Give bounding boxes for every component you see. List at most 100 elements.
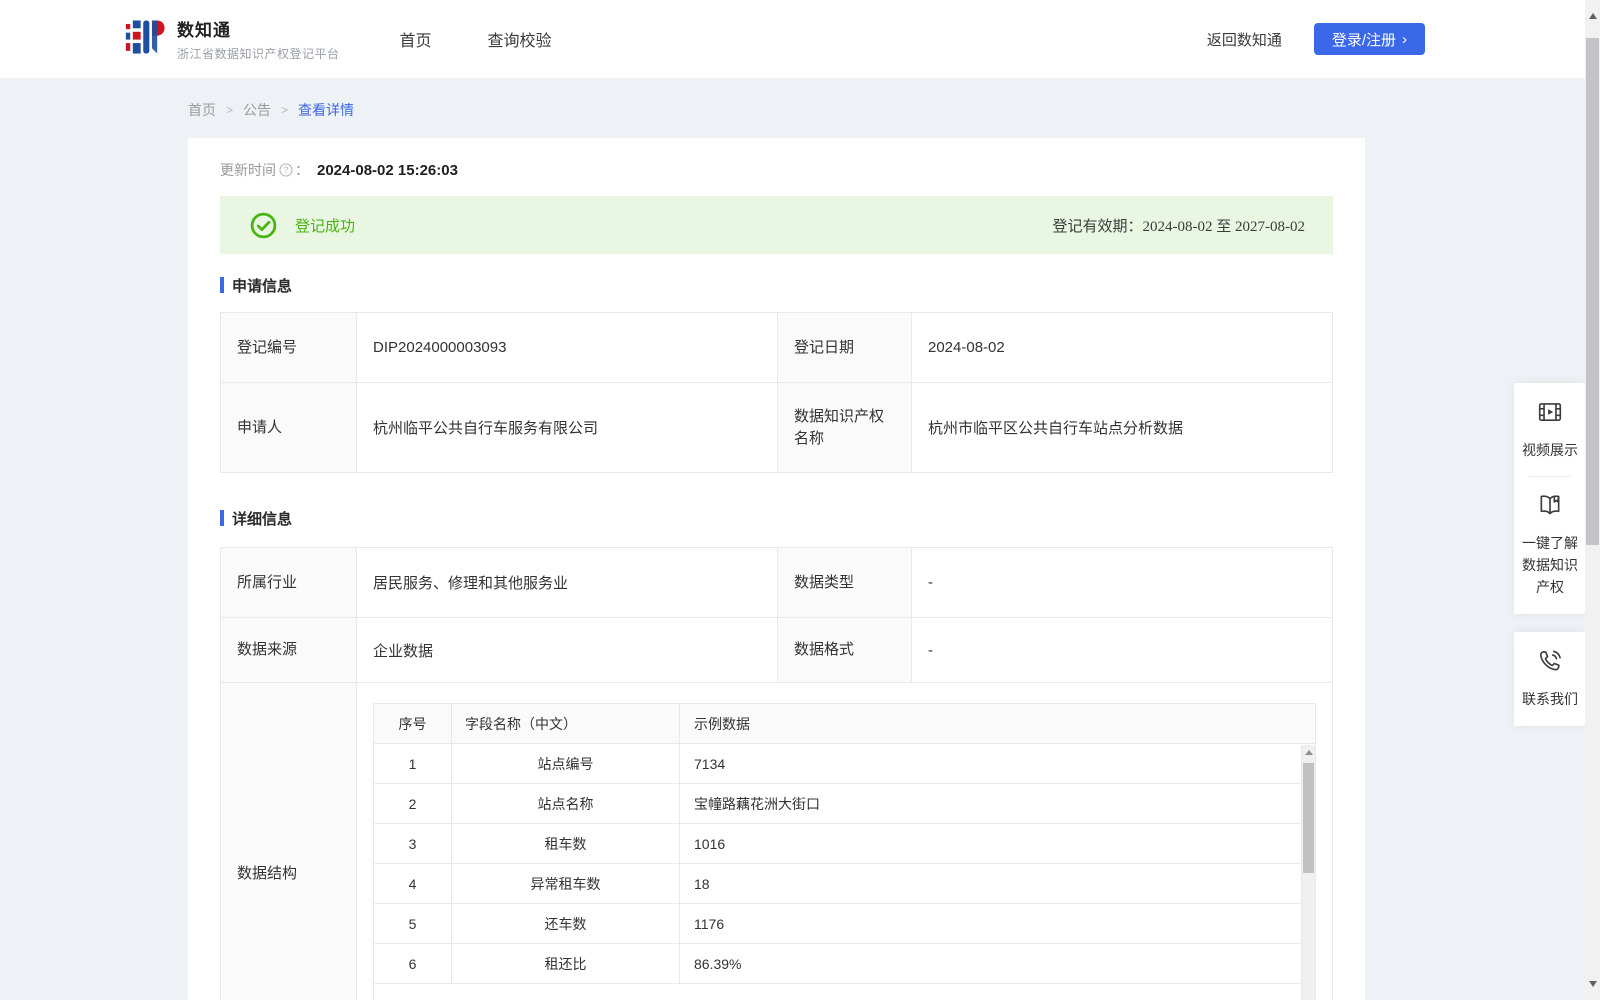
table-row: 申请人 杭州临平公共自行车服务有限公司 数据知识产权名称 杭州市临平区公共自行车… xyxy=(220,382,1333,473)
data-structure-label: 数据结构 xyxy=(220,682,357,1000)
floating-side-panel: 视频展示 一键了解数据知识产权 联系我们 xyxy=(1514,383,1586,726)
table-row: 数据结构 序号 字段名称（中文） 示例数据 1 站点编号 7134 2 站点名称… xyxy=(220,682,1333,1000)
side-panel-card: 视频展示 一键了解数据知识产权 xyxy=(1514,383,1586,614)
guide-label: 一键了解数据知识产权 xyxy=(1522,535,1578,595)
breadcrumb-home[interactable]: 首页 xyxy=(188,100,216,120)
application-info-table: 登记编号 DIP2024000003093 登记日期 2024-08-02 申请… xyxy=(220,312,1333,473)
svg-text:?: ? xyxy=(283,165,288,175)
update-time-row: 更新时间 ? ： 2024-08-02 15:26:03 xyxy=(220,160,1333,180)
data-format-value: - xyxy=(911,617,1333,683)
cell-sample: 18 xyxy=(694,875,710,892)
section-application-info: 申请信息 xyxy=(220,276,1333,295)
breadcrumb: 首页 > 公告 > 查看详情 xyxy=(188,101,1600,119)
structure-table: 序号 字段名称（中文） 示例数据 1 站点编号 7134 2 站点名称 宝幢路藕… xyxy=(373,703,1316,1000)
detail-info-table: 所属行业 居民服务、修理和其他服务业 数据类型 - 数据来源 企业数据 数据格式… xyxy=(220,547,1333,1000)
data-type-label: 数据类型 xyxy=(777,547,912,618)
data-structure-cell: 序号 字段名称（中文） 示例数据 1 站点编号 7134 2 站点名称 宝幢路藕… xyxy=(356,682,1333,1000)
data-source-value: 企业数据 xyxy=(356,617,778,683)
industry-label: 所属行业 xyxy=(220,547,357,618)
cell-sample: 1016 xyxy=(694,835,726,852)
validity-period: 登记有效期：2024-08-02 至 2027-08-02 xyxy=(1052,218,1306,235)
structure-table-scrollbar[interactable] xyxy=(1301,745,1315,1000)
guide-item[interactable]: 一键了解数据知识产权 xyxy=(1519,492,1581,598)
cell-sample: 7134 xyxy=(694,755,726,772)
update-time-colon: ： xyxy=(295,162,309,178)
scroll-up-arrow-icon[interactable] xyxy=(1588,13,1597,19)
table-row: 数据来源 企业数据 数据格式 - xyxy=(220,617,1333,683)
back-to-shuzhitong-link[interactable]: 返回数知通 xyxy=(1207,29,1282,50)
dip-name-label: 数据知识产权名称 xyxy=(777,382,912,473)
divider xyxy=(1529,476,1571,477)
section-title-text: 申请信息 xyxy=(232,277,293,295)
scroll-down-arrow-icon[interactable] xyxy=(1588,981,1597,987)
app-header: 数知通 浙江省数据知识产权登记平台 首页 查询校验 返回数知通 登录/注册 › xyxy=(0,0,1600,78)
applicant-label: 申请人 xyxy=(220,382,357,473)
table-row: 登记编号 DIP2024000003093 登记日期 2024-08-02 xyxy=(220,312,1333,383)
cell-sample: 宝幢路藕花洲大街口 xyxy=(694,795,820,812)
cell-field: 租车数 xyxy=(452,824,680,863)
update-time-value: 2024-08-02 15:26:03 xyxy=(317,161,458,179)
cell-field: 异常租车数 xyxy=(452,864,680,903)
cell-field: 租还比 xyxy=(452,944,680,983)
video-demo-item[interactable]: 视频展示 xyxy=(1519,399,1581,461)
scrollbar-thumb[interactable] xyxy=(1586,38,1599,545)
cell-no: 1 xyxy=(374,744,452,783)
table-row: 5 还车数 1176 xyxy=(374,904,1301,944)
book-icon xyxy=(1537,492,1563,518)
login-register-button[interactable]: 登录/注册 › xyxy=(1313,23,1425,55)
reg-no-label: 登记编号 xyxy=(220,312,357,383)
contact-card[interactable]: 联系我们 xyxy=(1514,632,1586,726)
breadcrumb-announcement[interactable]: 公告 xyxy=(243,100,271,120)
cell-field: 站点编号 xyxy=(452,744,680,783)
chevron-right-icon: › xyxy=(1402,30,1407,48)
structure-table-body[interactable]: 1 站点编号 7134 2 站点名称 宝幢路藕花洲大街口 3 租车数 1016 … xyxy=(374,744,1315,1000)
page-scrollbar[interactable] xyxy=(1585,0,1600,1000)
section-accent-bar xyxy=(220,277,224,293)
section-accent-bar xyxy=(220,510,224,526)
success-check-icon xyxy=(250,212,277,239)
registration-success-banner: 登记成功 登记有效期：2024-08-02 至 2027-08-02 xyxy=(220,196,1333,254)
cell-no: 3 xyxy=(374,824,452,863)
dip-name-value: 杭州市临平区公共自行车站点分析数据 xyxy=(911,382,1333,473)
nav-home[interactable]: 首页 xyxy=(400,27,432,51)
data-format-label: 数据格式 xyxy=(777,617,912,683)
table-row: 4 异常租车数 18 xyxy=(374,864,1301,904)
cell-no: 4 xyxy=(374,864,452,903)
cell-field: 还车数 xyxy=(452,904,680,943)
reg-date-value: 2024-08-02 xyxy=(911,312,1333,383)
col-header-field: 字段名称（中文） xyxy=(452,704,680,743)
registration-status-text: 登记成功 xyxy=(295,217,356,235)
breadcrumb-separator: > xyxy=(226,103,234,117)
phone-icon xyxy=(1537,648,1563,674)
data-source-label: 数据来源 xyxy=(220,617,357,683)
cell-no: 5 xyxy=(374,904,452,943)
col-header-sample: 示例数据 xyxy=(694,715,750,732)
nav-query-verify[interactable]: 查询校验 xyxy=(488,27,552,51)
contact-label: 联系我们 xyxy=(1522,691,1578,707)
scrollbar-thumb[interactable] xyxy=(1303,763,1314,873)
table-row: 3 租车数 1016 xyxy=(374,824,1301,864)
help-icon[interactable]: ? xyxy=(279,163,293,177)
breadcrumb-separator: > xyxy=(281,103,289,117)
cell-sample: 86.39% xyxy=(694,955,742,972)
reg-no-value: DIP2024000003093 xyxy=(356,312,778,383)
table-row: 2 站点名称 宝幢路藕花洲大街口 xyxy=(374,784,1301,824)
data-type-value: - xyxy=(911,547,1333,618)
cell-field: 站点名称 xyxy=(452,784,680,823)
cell-no: 2 xyxy=(374,784,452,823)
scroll-up-arrow-icon[interactable] xyxy=(1304,750,1313,755)
cell-no: 6 xyxy=(374,944,452,983)
logo-icon xyxy=(125,14,165,65)
structure-table-header: 序号 字段名称（中文） 示例数据 xyxy=(374,704,1315,744)
section-title-text: 详细信息 xyxy=(232,510,293,528)
main-nav: 首页 查询校验 xyxy=(400,27,552,51)
breadcrumb-current: 查看详情 xyxy=(298,102,355,118)
applicant-value: 杭州临平公共自行车服务有限公司 xyxy=(356,382,778,473)
update-time-label: 更新时间 xyxy=(220,162,276,178)
detail-card: 更新时间 ? ： 2024-08-02 15:26:03 登记成功 登记有效期：… xyxy=(188,138,1365,1000)
industry-value: 居民服务、修理和其他服务业 xyxy=(356,547,778,618)
col-header-no: 序号 xyxy=(374,704,452,743)
brand-title: 数知通 xyxy=(177,21,231,40)
brand[interactable]: 数知通 浙江省数据知识产权登记平台 xyxy=(125,14,340,65)
table-row: 6 租还比 86.39% xyxy=(374,944,1301,984)
